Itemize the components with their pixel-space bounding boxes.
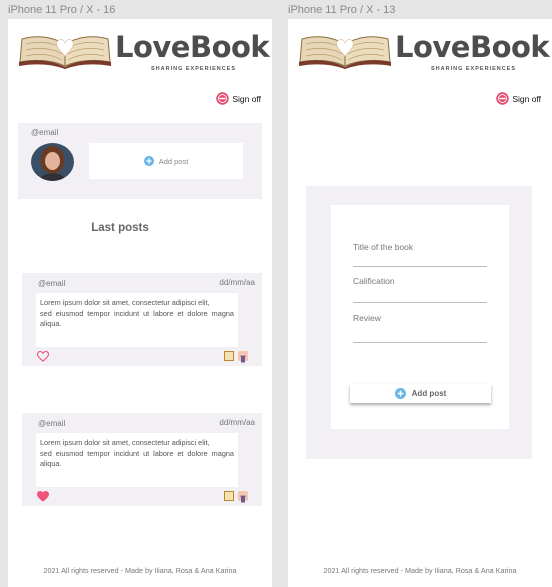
sign-off-label: Sign off [512,93,541,104]
power-icon [216,92,230,105]
plus-circle-icon [394,388,406,399]
edit-icon[interactable] [224,351,234,361]
sign-off-label: Sign off [232,93,261,104]
post-email: @email [38,419,66,428]
logo-subtitle: SHARING EXPERIENCES [431,66,517,72]
sign-off-button[interactable]: Sign off [216,92,261,105]
section-title: Last posts [91,222,149,234]
post-date: dd/mm/aa [219,278,255,287]
frame-label: iPhone 11 Pro / X - 13 [288,4,396,16]
calification-underline [353,302,487,303]
footer: 2021 All rights reserved - Made by Ilian… [323,566,517,575]
add-post-button[interactable]: Add post [350,384,491,403]
add-post-label: Add post [158,156,189,166]
post-line: Lorem ipsum dolor sit amet, consectetur … [40,438,210,447]
heart-icon[interactable] [37,351,49,362]
open-book-icon [299,36,391,69]
edit-icon[interactable] [224,491,234,501]
add-post-form-panel: Title of the book Calification Review Ad… [306,186,532,459]
review-label: Review [353,313,381,323]
logo-title: LoveBook [395,30,550,64]
post-line: sed eiusmod tempor incidunt ut labore et… [40,448,234,469]
trash-icon[interactable] [238,351,248,363]
post-line: sed eiusmod tempor incidunt ut labore et… [40,308,234,329]
profile-card: @email Add post [18,123,262,199]
trash-icon[interactable] [238,491,248,503]
post-line: Lorem ipsum dolor sit amet, consectetur … [40,298,210,307]
post-email: @email [38,279,66,288]
add-post-box[interactable]: Add post [89,143,243,179]
power-icon [496,92,510,105]
logo-subtitle: SHARING EXPERIENCES [151,66,237,72]
post-date: dd/mm/aa [219,418,255,427]
book-title-label: Title of the book [353,242,414,252]
post-card: @email dd/mm/aa Lorem ipsum dolor sit am… [22,413,262,506]
artboard-add-post: LoveBook SHARING EXPERIENCES Sign off Ti… [288,19,552,587]
avatar [31,143,74,181]
plus-circle-icon [143,156,154,166]
calification-field[interactable]: Calification [353,276,487,303]
open-book-icon [19,36,111,69]
calification-label: Calification [353,276,395,286]
profile-email: @email [31,128,59,137]
logo: LoveBook SHARING EXPERIENCES [18,30,270,75]
book-title-underline [353,266,487,267]
frame-label: iPhone 11 Pro / X - 16 [8,4,116,16]
heart-filled-icon[interactable] [37,491,49,502]
add-post-button-label: Add post [411,389,447,398]
add-post-form: Title of the book Calification Review Ad… [331,205,509,429]
logo-title: LoveBook [115,30,270,64]
footer: 2021 All rights reserved - Made by Ilian… [43,566,237,575]
post-body: Lorem ipsum dolor sit amet, consectetur … [36,433,238,487]
sign-off-button[interactable]: Sign off [496,92,541,105]
post-body: Lorem ipsum dolor sit amet, consectetur … [36,293,238,347]
artboard-home: LoveBook SHARING EXPERIENCES Sign off @e… [8,19,272,587]
review-underline [353,342,487,343]
book-title-field[interactable]: Title of the book [353,242,487,267]
post-card: @email dd/mm/aa Lorem ipsum dolor sit am… [22,273,262,366]
logo: LoveBook SHARING EXPERIENCES [298,30,550,75]
review-field[interactable]: Review [353,313,487,343]
